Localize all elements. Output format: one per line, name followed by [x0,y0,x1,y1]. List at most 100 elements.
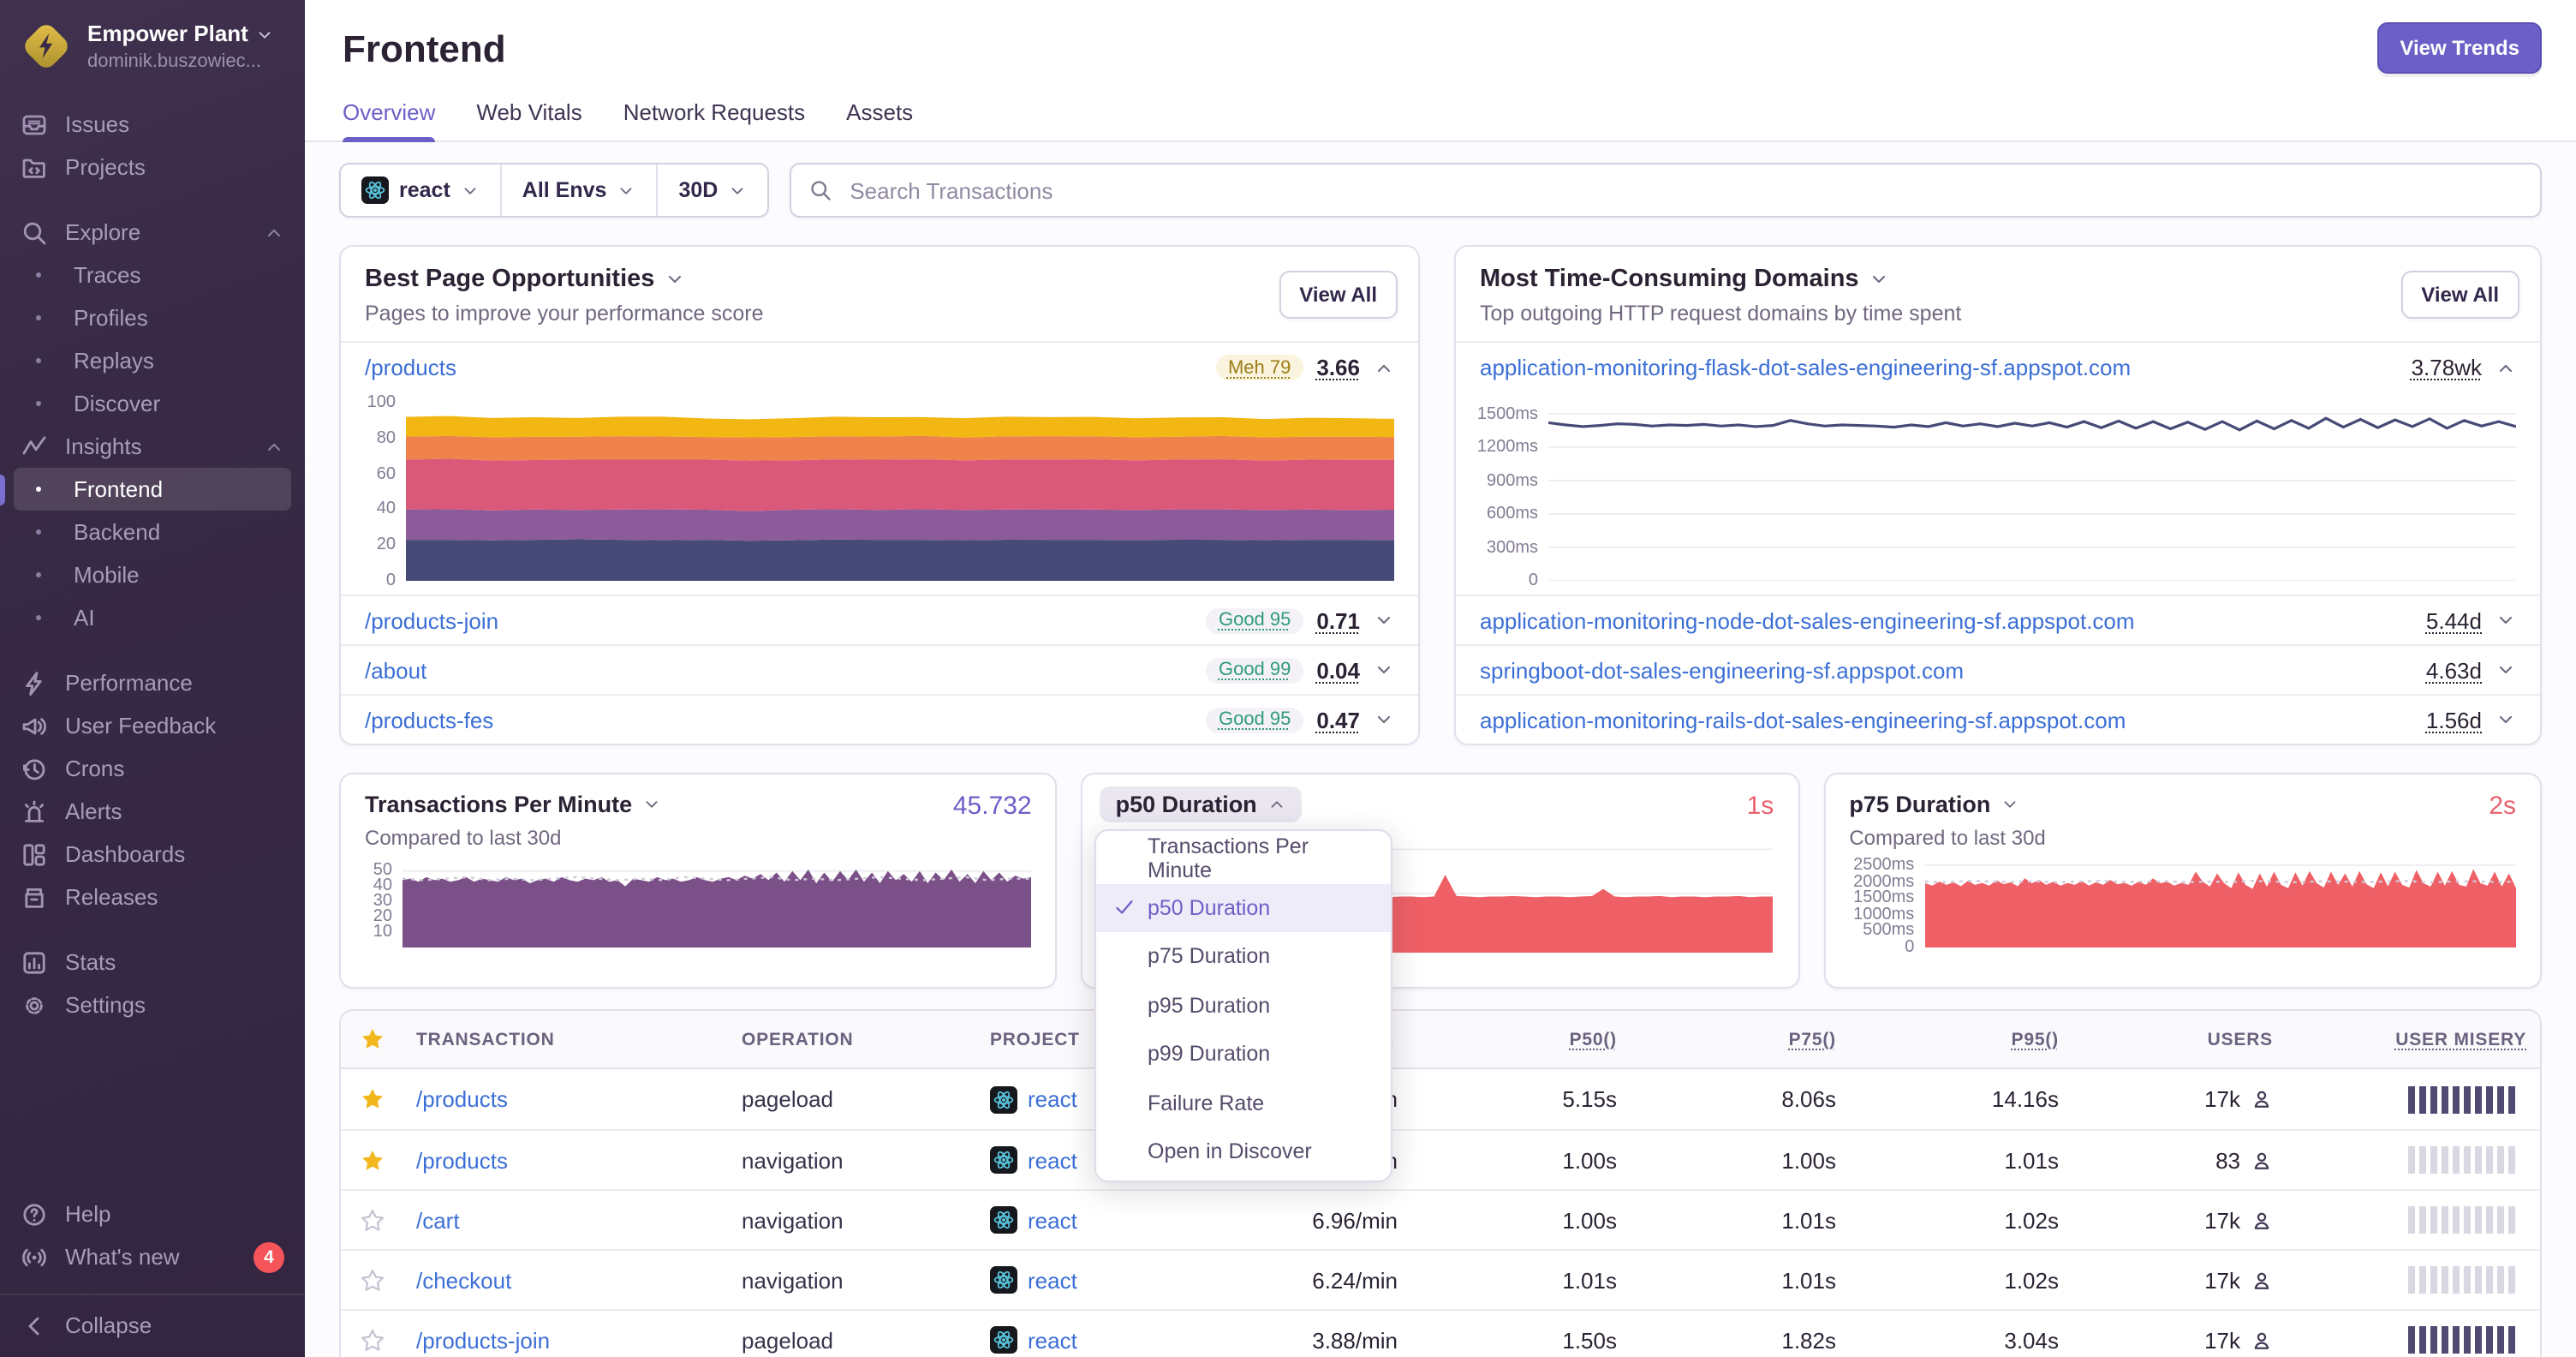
page-link[interactable]: /about [365,657,426,683]
transaction-link[interactable]: /products [416,1147,508,1173]
environment-filter[interactable]: All Envs [499,164,657,216]
page-row[interactable]: /products-fes Good 95 0.47 [341,694,1418,744]
metric-selector[interactable]: p75 Duration [1849,792,2516,817]
metric-selector[interactable]: Transactions Per Minute [365,792,1032,817]
tab-network-requests[interactable]: Network Requests [623,99,805,140]
page-link[interactable]: /products [365,355,456,380]
best-pages-chart[interactable] [406,403,1394,581]
sidebar-item-user-feedback[interactable]: User Feedback [0,704,305,747]
chevron-down-icon[interactable] [1374,660,1394,680]
project-cell[interactable]: react [976,1326,1259,1354]
domain-row[interactable]: application-monitoring-node-dot-sales-en… [1456,595,2540,644]
panel-title[interactable]: Most Time-Consuming Domains [1480,266,2516,293]
project-cell[interactable]: react [976,1206,1259,1234]
star-toggle-icon[interactable] [359,1086,385,1112]
menu-item-p50-duration[interactable]: p50 Duration [1096,883,1391,932]
view-trends-button[interactable]: View Trends [2377,22,2542,74]
domain-duration-chart[interactable] [1548,403,2516,581]
transaction-link[interactable]: /products [416,1086,508,1112]
table-row-products-join[interactable]: /products-join pageload react 3.88/min 1… [341,1309,2540,1357]
menu-item-open-in-discover[interactable]: Open in Discover [1096,1127,1391,1176]
column-header-user-misery[interactable]: User Misery [2287,1029,2540,1049]
menu-item-p95-duration[interactable]: p95 Duration [1096,981,1391,1030]
star-toggle-icon[interactable] [359,1147,385,1173]
chevron-down-icon[interactable] [2496,610,2516,631]
menu-item-transactions-per-minute[interactable]: Transactions Per Minute [1096,834,1391,883]
sidebar-item-backend[interactable]: Backend [14,511,291,553]
table-row-checkout[interactable]: /checkout navigation react 6.24/min 1.01… [341,1249,2540,1309]
project-cell[interactable]: react [976,1266,1259,1294]
domain-row-expanded[interactable]: application-monitoring-flask-dot-sales-e… [1456,343,2540,392]
star-icon[interactable] [359,1026,385,1052]
tab-assets[interactable]: Assets [846,99,913,140]
sidebar-item-crons[interactable]: Crons [0,747,305,790]
chevron-up-icon[interactable] [2496,357,2516,378]
sidebar-item-issues[interactable]: Issues [0,103,305,146]
column-header-operation[interactable]: Operation [728,1029,976,1049]
sidebar-item-alerts[interactable]: Alerts [0,790,305,833]
column-header-transaction[interactable]: Transaction [402,1029,728,1049]
table-row-cart[interactable]: /cart navigation react 6.96/min 1.00s 1.… [341,1189,2540,1249]
menu-item-p99-duration[interactable]: p99 Duration [1096,1030,1391,1079]
page-link[interactable]: /products-fes [365,707,493,732]
page-row[interactable]: /about Good 99 0.04 [341,644,1418,694]
table-row-products[interactable]: /products navigation react /min 1.00s 1.… [341,1129,2540,1189]
sidebar-item-frontend[interactable]: Frontend [14,468,291,511]
page-row[interactable]: /products-join Good 95 0.71 [341,595,1418,644]
sidebar-item-dashboards[interactable]: Dashboards [0,833,305,876]
sidebar-section-insights[interactable]: Insights [0,425,305,468]
transaction-link[interactable]: /cart [416,1207,460,1233]
star-toggle-icon[interactable] [359,1207,385,1233]
search-input[interactable] [846,176,2523,205]
domain-link[interactable]: application-monitoring-rails-dot-sales-e… [1480,707,2126,732]
chevron-down-icon[interactable] [1374,709,1394,730]
sidebar-item-whats-new[interactable]: What's new 4 [0,1235,305,1278]
sidebar-item-projects[interactable]: Projects [0,146,305,188]
sidebar-item-replays[interactable]: Replays [14,339,291,382]
chevron-down-icon[interactable] [2496,709,2516,730]
menu-item-failure-rate[interactable]: Failure Rate [1096,1079,1391,1127]
metric-selector-open[interactable]: p50 Duration [1100,786,1302,822]
p75-chart[interactable] [1924,862,2516,948]
transaction-link[interactable]: /checkout [416,1267,511,1293]
project-filter[interactable]: react [341,164,500,216]
sidebar-item-stats[interactable]: Stats [0,941,305,983]
chevron-down-icon[interactable] [1374,610,1394,631]
sidebar-section-explore[interactable]: Explore [0,211,305,254]
column-header-p75[interactable]: P75() [1631,1029,1850,1049]
sidebar-item-performance[interactable]: Performance [0,661,305,704]
chevron-up-icon[interactable] [1374,357,1394,378]
chevron-down-icon[interactable] [2496,660,2516,680]
menu-item-p75-duration[interactable]: p75 Duration [1096,932,1391,981]
sidebar-collapse-button[interactable]: Collapse [0,1304,305,1347]
org-switcher[interactable]: Empower Plant dominik.buszowiec... [0,0,305,89]
panel-title[interactable]: Best Page Opportunities [365,266,1394,293]
domain-link[interactable]: springboot-dot-sales-engineering-sf.apps… [1480,657,1964,683]
date-range-filter[interactable]: 30D [656,164,767,216]
table-row-products[interactable]: /products pageload react /min 5.15s 8.06… [341,1069,2540,1129]
sidebar-item-ai[interactable]: AI [14,596,291,639]
page-row-expanded[interactable]: /products Meh 79 3.66 [341,343,1418,392]
sidebar-item-help[interactable]: Help [0,1193,305,1235]
sidebar-item-releases[interactable]: Releases [0,876,305,918]
column-header-users[interactable]: Users [2072,1029,2287,1049]
domain-row[interactable]: springboot-dot-sales-engineering-sf.apps… [1456,644,2540,694]
view-all-button[interactable]: View All [1279,271,1398,319]
view-all-button[interactable]: View All [2400,271,2519,319]
sidebar-item-traces[interactable]: Traces [14,254,291,296]
column-header-p95[interactable]: P95() [1850,1029,2072,1049]
sidebar-item-discover[interactable]: Discover [14,382,291,425]
tab-web-vitals[interactable]: Web Vitals [476,99,581,140]
transaction-link[interactable]: /products-join [416,1327,550,1353]
page-link[interactable]: /products-join [365,607,498,633]
sidebar-item-profiles[interactable]: Profiles [14,296,291,339]
star-toggle-icon[interactable] [359,1267,385,1293]
sidebar-item-mobile[interactable]: Mobile [14,553,291,596]
sidebar-item-settings[interactable]: Settings [0,983,305,1026]
domain-link[interactable]: application-monitoring-flask-dot-sales-e… [1480,355,2131,380]
tab-overview[interactable]: Overview [343,99,436,142]
domain-link[interactable]: application-monitoring-node-dot-sales-en… [1480,607,2135,633]
column-header-p50[interactable]: P50() [1411,1029,1631,1049]
star-toggle-icon[interactable] [359,1327,385,1353]
domain-row[interactable]: application-monitoring-rails-dot-sales-e… [1456,694,2540,744]
